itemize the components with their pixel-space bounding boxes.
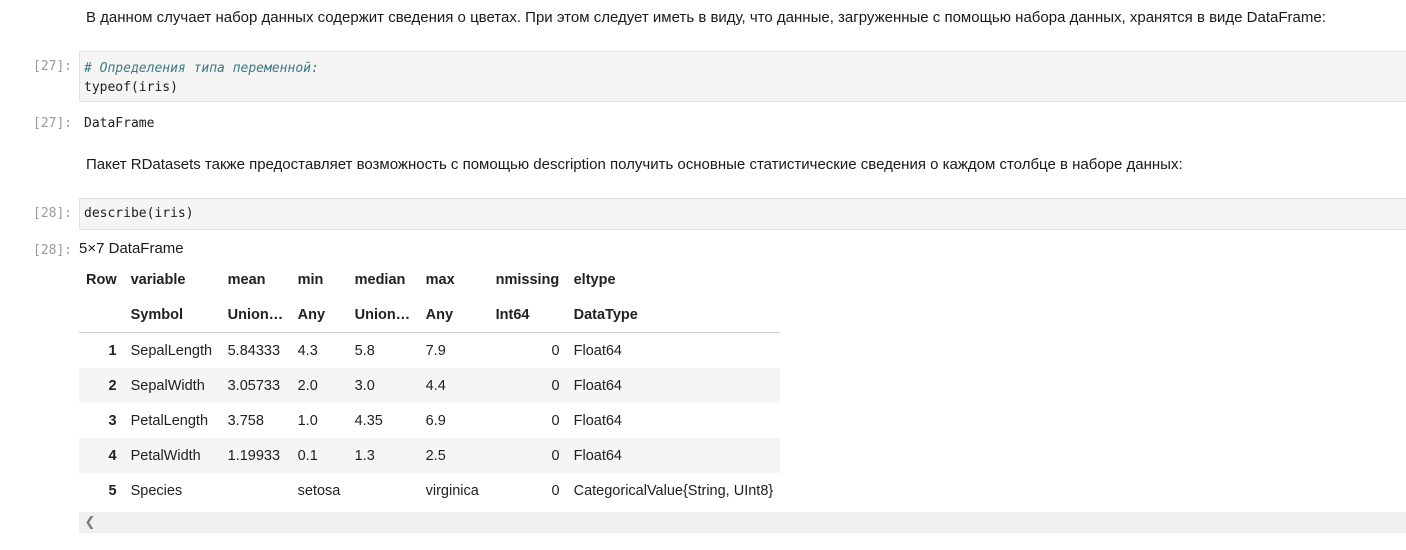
cell-eltype: Float64 — [566, 368, 781, 403]
cell-row: 4 — [79, 438, 124, 473]
cell-max: 4.4 — [418, 368, 489, 403]
column-header-eltype: eltype — [573, 271, 616, 288]
cell-max: 2.5 — [418, 438, 489, 473]
cell-row: 1 — [108, 342, 117, 359]
cell-28-output-prompt: [28]: — [33, 243, 73, 258]
cell-variable: PetalWidth — [123, 438, 221, 473]
cell-row: 5 — [108, 482, 117, 499]
column-header-variable: variable — [130, 271, 186, 288]
cell-min: 1.0 — [297, 412, 318, 429]
column-type-mean: Union… — [220, 297, 291, 333]
markdown-paragraph-dataframe: В данном случает набор данных содержит с… — [86, 9, 1326, 26]
cell-nmissing: 0 — [488, 368, 567, 403]
cell-27-input-prompt: [27]: — [33, 59, 73, 74]
cell-mean: 3.758 — [227, 412, 264, 429]
cell-mean: 5.84333 — [227, 342, 281, 359]
cell-28-code-editor[interactable]: describe(iris) — [79, 198, 1406, 230]
cell-nmissing: 0 — [551, 342, 560, 359]
cell-eltype: Float64 — [573, 342, 622, 359]
dataframe-table: Row variable mean min median max nmissin… — [79, 262, 781, 508]
markdown-paragraph-describe: Пакет RDatasets также предоставляет возм… — [86, 156, 1183, 173]
cell-median — [348, 473, 419, 508]
cell-row: 2 — [79, 368, 124, 403]
horizontal-scrollbar[interactable]: ❮ — [79, 512, 1406, 533]
cell-variable: SepalWidth — [123, 368, 221, 403]
cell-min: 0.1 — [290, 438, 348, 473]
column-header-median: median — [354, 271, 406, 288]
cell-mean: 1.19933 — [220, 438, 291, 473]
cell-max: 6.9 — [425, 412, 446, 429]
column-header-max: max — [425, 271, 455, 288]
column-header-min: min — [297, 271, 324, 288]
cell-27-output: DataFrame — [84, 116, 155, 131]
column-type-min: Any — [290, 297, 348, 333]
cell-median: 5.8 — [354, 342, 375, 359]
code-line: typeof(iris) — [84, 80, 178, 95]
cell-27-code-editor[interactable]: # Определения типа переменной: typeof(ir… — [79, 51, 1406, 102]
cell-eltype: Float64 — [573, 412, 622, 429]
column-type-row — [79, 297, 124, 333]
cell-max: virginica — [425, 482, 479, 499]
cell-eltype: Float64 — [566, 438, 781, 473]
table-row: 4 PetalWidth 1.19933 0.1 1.3 2.5 0 Float… — [79, 438, 781, 473]
cell-nmissing: 0 — [551, 482, 560, 499]
cell-variable: SepalLength — [130, 342, 213, 359]
cell-28-input-prompt: [28]: — [33, 206, 73, 221]
chevron-left-icon[interactable]: ❮ — [81, 513, 99, 531]
code-line: describe(iris) — [84, 206, 194, 221]
cell-27-output-prompt: [27]: — [33, 116, 73, 131]
cell-median: 1.3 — [347, 438, 419, 473]
cell-variable: Species — [130, 482, 183, 499]
cell-nmissing: 0 — [551, 412, 560, 429]
cell-nmissing: 0 — [488, 438, 567, 473]
cell-mean — [221, 473, 291, 508]
column-header-row: Row — [86, 271, 117, 288]
table-header-row: Row variable mean min median max nmissin… — [79, 262, 780, 297]
column-header-nmissing: nmissing — [495, 271, 560, 288]
table-type-row: Symbol Union… Any Union… Any Int64 DataT… — [79, 297, 781, 333]
cell-median: 4.35 — [354, 412, 383, 429]
table-row: 3 PetalLength 3.758 1.0 4.35 6.9 0 Float… — [79, 403, 780, 438]
column-header-mean: mean — [227, 271, 266, 288]
cell-min: 2.0 — [290, 368, 348, 403]
column-type-median: Union… — [347, 297, 419, 333]
cell-row: 3 — [108, 412, 117, 429]
dataframe-caption: 5×7 DataFrame — [79, 240, 184, 257]
code-comment: # Определения типа переменной: — [84, 61, 319, 76]
cell-eltype: CategoricalValue{String, UInt8} — [573, 482, 774, 499]
column-type-variable: Symbol — [123, 297, 221, 333]
cell-variable: PetalLength — [130, 412, 209, 429]
column-type-max: Any — [418, 297, 489, 333]
column-type-nmissing: Int64 — [488, 297, 567, 333]
cell-min: 4.3 — [297, 342, 318, 359]
table-row: 2 SepalWidth 3.05733 2.0 3.0 4.4 0 Float… — [79, 368, 781, 403]
table-row: 1 SepalLength 5.84333 4.3 5.8 7.9 0 Floa… — [79, 333, 780, 369]
cell-median: 3.0 — [347, 368, 419, 403]
table-row: 5 Species setosa virginica 0 Categorical… — [79, 473, 780, 508]
cell-min: setosa — [297, 482, 341, 499]
cell-max: 7.9 — [425, 342, 446, 359]
column-type-eltype: DataType — [566, 297, 781, 333]
cell-mean: 3.05733 — [220, 368, 291, 403]
